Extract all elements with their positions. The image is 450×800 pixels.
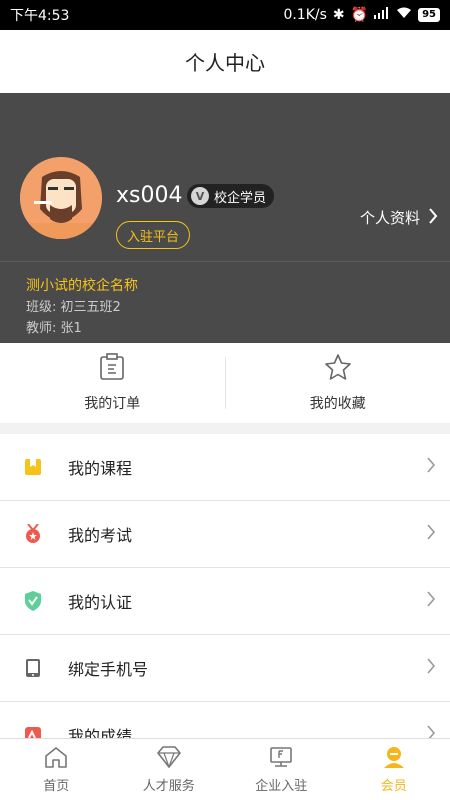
menu-item-label: 绑定手机号 — [68, 660, 149, 679]
profile-divider — [0, 261, 450, 262]
chevron-right-icon — [428, 207, 438, 228]
my-orders-button[interactable]: 我的订单 — [0, 343, 225, 423]
clipboard-icon — [99, 353, 125, 385]
bookmark-icon — [24, 458, 42, 476]
diamond-icon — [156, 745, 182, 772]
page-title: 个人中心 — [0, 30, 450, 93]
class-info: 班级: 初三五班2 — [26, 300, 121, 315]
star-icon — [324, 353, 352, 385]
menu-item-exams[interactable]: 我的考试 — [0, 501, 450, 568]
menu-item-certification[interactable]: 我的认证 — [0, 568, 450, 635]
profile-header: xs004 V 校企学员 入驻平台 个人资料 测小试的校企名称 班级: 初三五班… — [0, 93, 450, 343]
screen: 下午4:53 0.1K/s ✱ ⏰ 95 个人中心 xs004 V 校企学员 入… — [0, 0, 450, 800]
my-orders-label: 我的订单 — [84, 396, 141, 412]
shield-check-icon — [24, 591, 42, 611]
my-favorites-label: 我的收藏 — [309, 396, 366, 412]
tab-home[interactable]: 首页 — [0, 739, 113, 800]
chevron-right-icon — [426, 658, 436, 678]
school-name: 测小试的校企名称 — [26, 278, 138, 294]
bottom-tab-bar: 首页 人才服务 企业入驻 会员 — [0, 738, 450, 800]
tab-label: 企业入驻 — [255, 778, 308, 794]
network-speed: 0.1K/s — [283, 7, 327, 23]
quick-actions: 我的订单 我的收藏 — [0, 343, 450, 423]
join-platform-button[interactable]: 入驻平台 — [116, 221, 191, 249]
my-favorites-button[interactable]: 我的收藏 — [226, 343, 450, 423]
username: xs004 — [116, 183, 183, 208]
menu-item-bind-phone[interactable]: 绑定手机号 — [0, 635, 450, 702]
enterprise-icon — [269, 746, 293, 772]
menu-item-label: 我的考试 — [68, 526, 133, 545]
bluetooth-icon: ✱ — [332, 7, 345, 23]
menu-item-courses[interactable]: 我的课程 — [0, 434, 450, 501]
avatar[interactable] — [20, 157, 102, 239]
menu-list: 我的课程 我的考试 我的认证 绑定手机号 我的成绩 — [0, 434, 450, 769]
status-time: 下午4:53 — [10, 8, 70, 24]
tab-label: 人才服务 — [142, 778, 195, 794]
profile-link-label: 个人资料 — [359, 209, 420, 227]
tab-talent-services[interactable]: 人才服务 — [113, 739, 226, 800]
tab-enterprise[interactable]: 企业入驻 — [225, 739, 338, 800]
phone-icon — [24, 659, 42, 677]
medal-icon — [24, 524, 42, 543]
alarm-icon: ⏰ — [350, 7, 369, 23]
member-badge: V 校企学员 — [187, 184, 275, 208]
verified-icon: V — [191, 187, 209, 205]
menu-item-label: 我的课程 — [68, 459, 133, 478]
chevron-right-icon — [426, 457, 436, 477]
home-icon — [44, 746, 68, 772]
tab-member[interactable]: 会员 — [338, 739, 450, 800]
status-right: 0.1K/s ✱ ⏰ 95 — [283, 7, 440, 23]
battery-indicator: 95 — [418, 8, 440, 22]
tab-label: 会员 — [380, 778, 407, 794]
chevron-right-icon — [426, 524, 436, 544]
member-icon — [382, 746, 406, 772]
chevron-right-icon — [426, 591, 436, 611]
badge-label: 校企学员 — [214, 190, 267, 206]
tab-label: 首页 — [43, 778, 70, 794]
teacher-info: 教师: 张1 — [26, 321, 82, 336]
signal-icon — [374, 7, 390, 23]
profile-link[interactable]: 个人资料 — [360, 207, 438, 228]
status-bar: 下午4:53 0.1K/s ✱ ⏰ 95 — [0, 0, 450, 30]
menu-item-label: 我的认证 — [68, 593, 133, 612]
wifi-icon — [396, 7, 412, 23]
